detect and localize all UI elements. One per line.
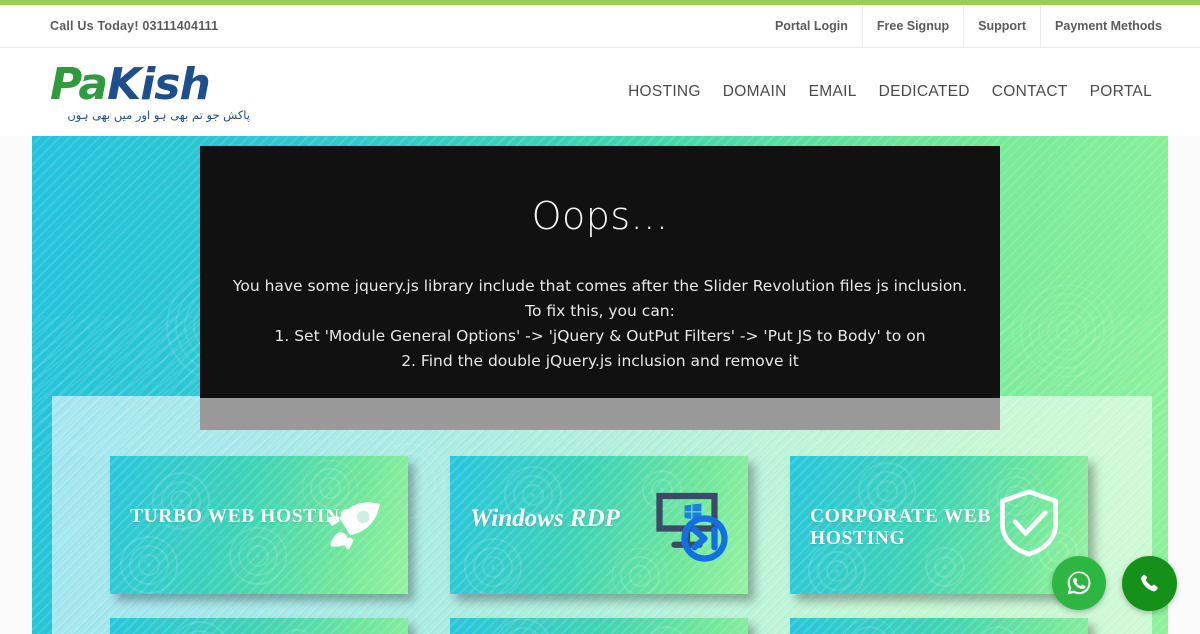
logo-wordmark: PaKish <box>50 62 250 107</box>
site-header: PaKish پاکش جو تم بھی ہو اور میں بھی ہوں… <box>0 48 1200 136</box>
main-navigation: HOSTING DOMAIN EMAIL DEDICATED CONTACT P… <box>628 83 1152 101</box>
nav-item-domain[interactable]: DOMAIN <box>723 83 787 101</box>
card-spiral-decor <box>118 534 180 594</box>
error-message-line: To fix this, you can: <box>525 302 675 320</box>
service-card-row2-1[interactable] <box>110 618 408 634</box>
service-card-windows-rdp[interactable]: Windows RDP <box>450 456 748 594</box>
slider-error-grey-bar <box>200 398 1000 430</box>
error-message-line: 2. Find the double jQuery.js inclusion a… <box>401 352 799 370</box>
nav-item-hosting[interactable]: HOSTING <box>628 83 701 101</box>
whatsapp-button[interactable] <box>1052 556 1106 610</box>
error-message-list: You have some jquery.js library include … <box>200 274 1000 374</box>
service-card-corporate-web-hosting[interactable]: CORPORATE WEB HOSTING <box>790 456 1088 594</box>
logo-text-kish: Kish <box>107 58 211 110</box>
slider-error-overlay: Oops... You have some jquery.js library … <box>200 146 1000 398</box>
service-card-turbo-web-hosting[interactable]: TURBO WEB HOSTING <box>110 456 408 594</box>
logo-text-pa: Pa <box>50 58 108 110</box>
remote-desktop-icon <box>652 486 730 564</box>
page-root: Call Us Today! 03111404111 Portal Login … <box>0 0 1200 634</box>
error-message-line: 1. Set 'Module General Options' -> 'jQue… <box>274 327 926 345</box>
card-stripe-texture <box>790 618 1088 634</box>
nav-item-contact[interactable]: CONTACT <box>992 83 1068 101</box>
logo-tagline-urdu: پاکش جو تم بھی ہو اور میں بھی ہوں <box>67 107 250 122</box>
topbar-link-portal-login[interactable]: Portal Login <box>761 5 862 48</box>
card-stripe-texture <box>110 618 408 634</box>
card-title: Windows RDP <box>470 505 620 532</box>
topbar-link-support[interactable]: Support <box>963 4 1040 48</box>
card-spiral-decor <box>464 538 522 594</box>
whatsapp-icon <box>1067 571 1091 595</box>
error-message-line: You have some jquery.js library include … <box>232 277 968 295</box>
card-spiral-decor <box>228 526 288 586</box>
service-card-row2-2[interactable] <box>450 618 748 634</box>
site-logo[interactable]: PaKish پاکش جو تم بھی ہو اور میں بھی ہوں <box>50 62 250 122</box>
nav-item-dedicated[interactable]: DEDICATED <box>879 83 970 101</box>
card-stripe-texture <box>450 618 748 634</box>
service-card-row2-3[interactable] <box>790 618 1088 634</box>
utility-links: Portal Login Free Signup Support Payment… <box>761 4 1200 48</box>
rocket-icon <box>312 486 390 564</box>
error-title: Oops... <box>531 194 669 238</box>
topbar-link-payment-methods[interactable]: Payment Methods <box>1040 4 1200 48</box>
nav-item-email[interactable]: EMAIL <box>809 83 857 101</box>
utility-topbar: Call Us Today! 03111404111 Portal Login … <box>0 4 1200 48</box>
call-button[interactable] <box>1122 556 1177 611</box>
shield-check-icon <box>992 486 1070 564</box>
call-us-text: Call Us Today! 03111404111 <box>50 19 219 33</box>
topbar-link-free-signup[interactable]: Free Signup <box>861 4 963 48</box>
phone-icon <box>1140 573 1158 591</box>
nav-item-portal[interactable]: PORTAL <box>1090 83 1152 101</box>
